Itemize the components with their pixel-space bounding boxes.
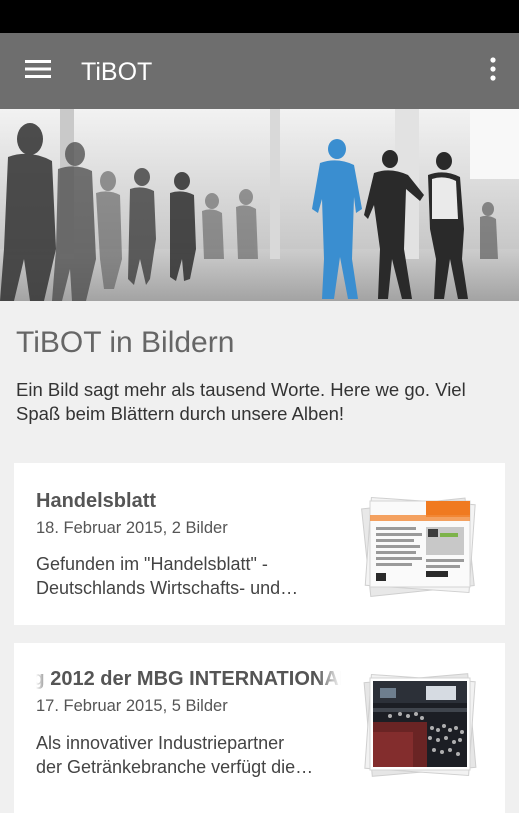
album-card-handelsblatt[interactable]: Handelsblatt 18. Februar 2015, 2 Bilder … xyxy=(14,463,505,625)
album-description-line: Deutschlands Wirtschafts- und… xyxy=(36,578,299,598)
album-description-line: Gefunden im "Handelsblatt" - xyxy=(36,554,268,574)
album-description-line: Als innovativer Industriepartner xyxy=(36,733,285,753)
album-title: Handelsblatt xyxy=(36,490,157,512)
album-title-text: ung 2012 der MBG INTERNATIONAL xyxy=(36,668,341,690)
app-bar: TiBOT xyxy=(0,33,519,109)
overflow-menu-button[interactable] xyxy=(481,53,505,89)
menu-button[interactable] xyxy=(14,53,62,89)
album-date: 18. Februar 2015, 2 Bilder xyxy=(36,519,228,537)
status-bar xyxy=(0,0,519,33)
album-title: ung 2012 der MBG INTERNATIONAL xyxy=(36,667,341,691)
album-description: Als innovativer Industriepartner der Get… xyxy=(36,731,341,779)
app-title: TiBOT xyxy=(81,58,153,86)
album-description: Gefunden im "Handelsblatt" - Deutschland… xyxy=(36,552,341,600)
album-card-mbg-international[interactable]: ung 2012 der MBG INTERNATIONAL 17. Febru… xyxy=(14,643,505,813)
album-description-line: der Getränkebranche verfügt die… xyxy=(36,757,314,777)
album-date: 17. Februar 2015, 5 Bilder xyxy=(36,697,228,715)
section-title: TiBOT in Bildern xyxy=(16,326,235,359)
hamburger-menu-icon xyxy=(25,59,51,84)
section-description: Ein Bild sagt mehr als tausend Worte. He… xyxy=(16,379,466,424)
event-hall-thumbnail xyxy=(360,670,480,780)
newspaper-stack-thumbnail xyxy=(360,493,480,603)
hero-image xyxy=(0,109,519,301)
more-vertical-icon xyxy=(489,56,497,86)
